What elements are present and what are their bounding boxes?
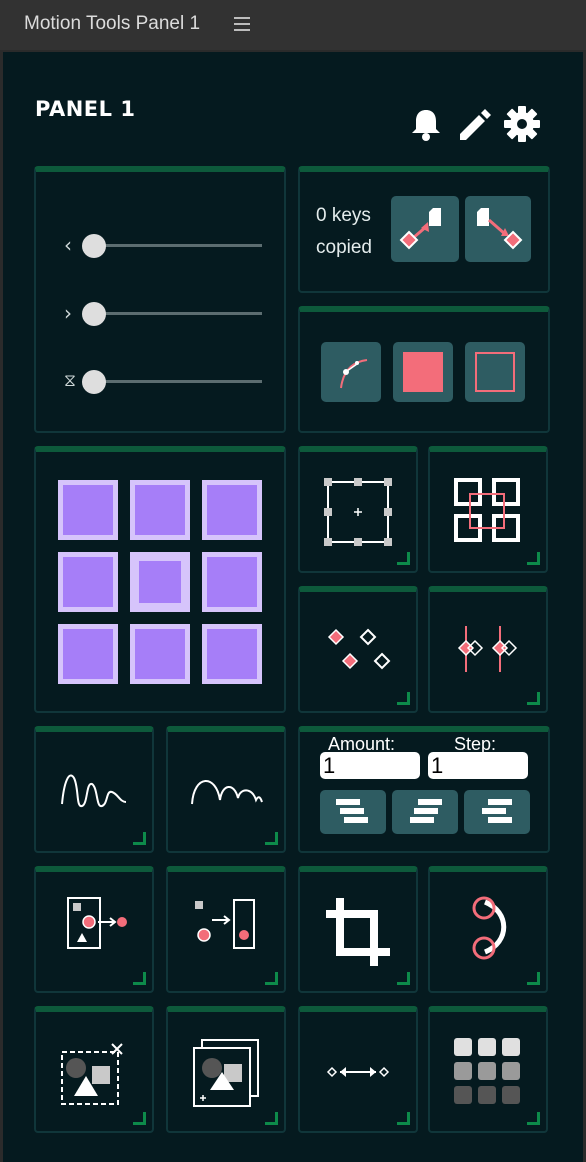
- crop-tool[interactable]: [298, 866, 418, 993]
- corner-indicator: [527, 1112, 540, 1125]
- corner-indicator: [397, 1112, 410, 1125]
- slider-thumb[interactable]: [82, 370, 106, 394]
- slider-row: ‹: [56, 234, 266, 258]
- stagger-left-icon: [336, 799, 368, 823]
- corner-indicator: [133, 832, 146, 845]
- corner-indicator: [265, 832, 278, 845]
- keys-copied-label: copied: [316, 237, 372, 258]
- bezier-curve-icon: [340, 359, 368, 389]
- motion-tools-panel: PANEL 1 ‹ › ⧖ 0 keys copied Amount: Step…: [3, 52, 583, 1162]
- bounding-box-tool[interactable]: [298, 446, 418, 573]
- corner-indicator: [397, 972, 410, 985]
- anchor-bottom-right[interactable]: [202, 624, 262, 684]
- bounce-tool[interactable]: [166, 726, 286, 853]
- amount-input[interactable]: [320, 752, 420, 779]
- corner-indicator: [265, 1112, 278, 1125]
- panel-tab-title[interactable]: Motion Tools Panel 1: [24, 13, 200, 35]
- corner-indicator: [133, 1112, 146, 1125]
- stroke-color-button[interactable]: [465, 342, 525, 402]
- outline-square-icon: [475, 352, 515, 392]
- keys-status: 0 keys copied: [316, 200, 372, 264]
- slider-track[interactable]: [96, 380, 262, 383]
- slider-row: ⧖: [56, 370, 266, 394]
- corner-indicator: [527, 692, 540, 705]
- title-bar: Motion Tools Panel 1: [0, 0, 586, 50]
- corner-indicator: [397, 552, 410, 565]
- group-layers-tool[interactable]: [428, 446, 548, 573]
- anchor-top-left[interactable]: [58, 480, 118, 540]
- wiggle-tool[interactable]: [34, 726, 154, 853]
- pencil-icon[interactable]: [454, 104, 494, 144]
- distribute-keys-tool[interactable]: [298, 1006, 418, 1133]
- path-tool[interactable]: [428, 866, 548, 993]
- offset-left-button[interactable]: [320, 790, 386, 834]
- keyframe-scatter-tool[interactable]: [298, 586, 418, 713]
- paste-keys-icon: [477, 208, 523, 250]
- style-tools-card: [298, 306, 550, 433]
- slider-card: ‹ › ⧖: [34, 166, 286, 433]
- gear-icon[interactable]: [502, 104, 542, 144]
- corner-indicator: [133, 972, 146, 985]
- hourglass-icon: ⧖: [64, 371, 76, 391]
- offset-center-button[interactable]: [464, 790, 530, 834]
- hamburger-icon[interactable]: [234, 17, 250, 32]
- copy-keys-card: 0 keys copied: [298, 166, 550, 293]
- bell-icon[interactable]: [406, 104, 446, 144]
- slider-thumb[interactable]: [82, 302, 106, 326]
- corner-indicator: [527, 972, 540, 985]
- easing-curve-button[interactable]: [321, 342, 381, 402]
- new-comp-tool[interactable]: [166, 1006, 286, 1133]
- stagger-center-icon: [482, 799, 512, 823]
- anchor-top-center[interactable]: [130, 480, 190, 540]
- grid-layout-tool[interactable]: [428, 1006, 548, 1133]
- move-to-comp-tool[interactable]: [34, 866, 154, 993]
- fill-color-button[interactable]: [393, 342, 453, 402]
- paste-keys-button[interactable]: [465, 196, 531, 262]
- stagger-right-icon: [410, 799, 442, 823]
- corner-indicator: [265, 972, 278, 985]
- chevron-left-icon: ‹: [64, 233, 72, 257]
- anchor-bottom-center[interactable]: [130, 624, 190, 684]
- panel-title: PANEL 1: [35, 97, 136, 121]
- slider-thumb[interactable]: [82, 234, 106, 258]
- slider-track[interactable]: [96, 312, 262, 315]
- copy-keys-icon: [399, 208, 441, 250]
- slider-row: ›: [56, 302, 266, 326]
- step-input[interactable]: [428, 752, 528, 779]
- move-out-of-comp-tool[interactable]: [166, 866, 286, 993]
- filled-square-icon: [403, 352, 443, 392]
- delete-placeholder-tool[interactable]: [34, 1006, 154, 1133]
- anchor-bottom-left[interactable]: [58, 624, 118, 684]
- corner-indicator: [527, 552, 540, 565]
- anchor-middle-left[interactable]: [58, 552, 118, 612]
- copy-keys-button[interactable]: [391, 196, 459, 262]
- anchor-middle-right[interactable]: [202, 552, 262, 612]
- keyframe-align-tool[interactable]: [428, 586, 548, 713]
- chevron-right-icon: ›: [64, 301, 72, 325]
- anchor-top-right[interactable]: [202, 480, 262, 540]
- anchor-grid-card: [34, 446, 286, 713]
- anchor-center[interactable]: [130, 552, 190, 612]
- keys-count: 0 keys: [316, 205, 371, 226]
- offset-right-button[interactable]: [392, 790, 458, 834]
- slider-track[interactable]: [96, 244, 262, 247]
- offset-card: Amount: Step:: [298, 726, 550, 853]
- corner-indicator: [397, 692, 410, 705]
